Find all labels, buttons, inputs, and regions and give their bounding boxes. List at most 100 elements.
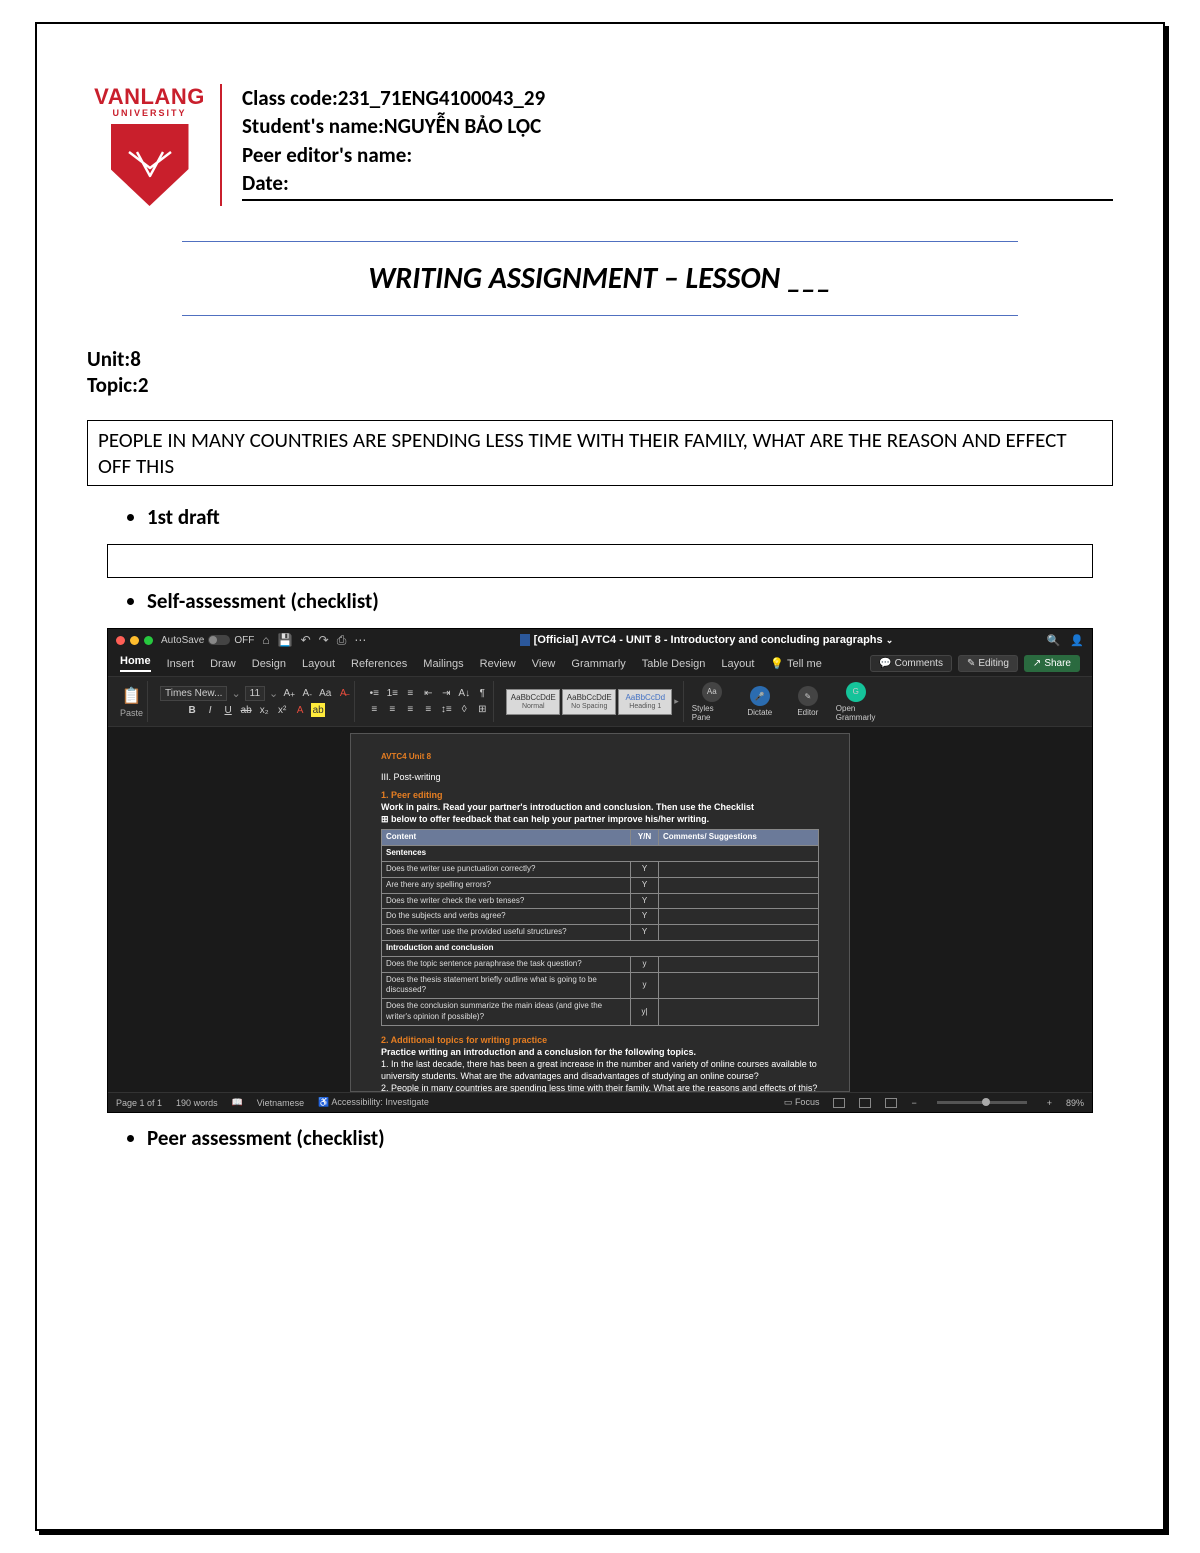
undo-icon[interactable]: ↶ [301, 633, 311, 648]
highlight-icon[interactable]: ab [311, 703, 325, 717]
view-read-icon[interactable] [859, 1098, 871, 1108]
tab-layout2[interactable]: Layout [721, 658, 754, 670]
styles-more-icon[interactable]: ▸ [674, 696, 679, 707]
style-no-spacing[interactable]: AaBbCcDdENo Spacing [562, 689, 616, 715]
tab-table-design[interactable]: Table Design [642, 658, 706, 670]
cell-suggestion [659, 909, 819, 925]
tab-design[interactable]: Design [252, 658, 286, 670]
zoom-in-icon[interactable]: + [1047, 1098, 1052, 1108]
justify-icon[interactable]: ≡ [421, 703, 435, 717]
cell-content: Does the conclusion summarize the main i… [382, 999, 631, 1026]
close-icon[interactable] [116, 636, 125, 645]
share-button[interactable]: ↗ Share [1024, 655, 1080, 672]
style-normal[interactable]: AaBbCcDdENormal [506, 689, 560, 715]
style-heading1[interactable]: AaBbCcDdHeading 1 [618, 689, 672, 715]
change-case-icon[interactable]: Aa [318, 687, 332, 701]
doc-p1a: Work in pairs. Read your partner's intro… [381, 801, 819, 813]
more-icon[interactable]: ⋯ [354, 633, 366, 648]
minimize-icon[interactable] [130, 636, 139, 645]
window-controls[interactable] [116, 636, 153, 645]
zoom-level[interactable]: 89% [1066, 1098, 1084, 1108]
editing-button[interactable]: ✎ Editing [958, 655, 1018, 672]
align-right-icon[interactable]: ≡ [403, 703, 417, 717]
superscript-icon[interactable]: x² [275, 703, 289, 717]
cell-content: Does the writer check the verb tenses? [382, 893, 631, 909]
tab-insert[interactable]: Insert [167, 658, 195, 670]
outdent-icon[interactable]: ⇤ [421, 687, 435, 701]
underline-icon[interactable]: U [221, 703, 235, 717]
borders-icon[interactable]: ⊞ [475, 703, 489, 717]
subscript-icon[interactable]: x₂ [257, 703, 271, 717]
styles-pane-button[interactable]: AaStyles Pane [692, 682, 732, 722]
cell-content: Does the writer use the provided useful … [382, 925, 631, 941]
view-print-icon[interactable] [833, 1098, 845, 1108]
maximize-icon[interactable] [144, 636, 153, 645]
tab-references[interactable]: References [351, 658, 407, 670]
table-row: Does the topic sentence paraphrase the t… [382, 956, 819, 972]
status-access[interactable]: ♿ Accessibility: Investigate [318, 1097, 429, 1108]
cell-yn: y [631, 972, 659, 999]
view-web-icon[interactable] [885, 1098, 897, 1108]
save-icon[interactable]: 💾 [278, 633, 293, 648]
doc-p2: Practice writing an introduction and a c… [381, 1046, 819, 1058]
redo-icon[interactable]: ↷ [319, 633, 329, 648]
toggle-icon[interactable] [208, 635, 230, 645]
cell-content: Are there any spelling errors? [382, 877, 631, 893]
status-words[interactable]: 190 words [176, 1098, 218, 1108]
header-row: VANLANG UNIVERSITY Class code:231_71ENG4… [87, 84, 1113, 206]
comments-button[interactable]: 💬 Comments [870, 655, 952, 672]
home-icon[interactable]: ⌂ [262, 633, 269, 648]
dictate-button[interactable]: 🎤Dictate [740, 686, 780, 717]
strike-icon[interactable]: ab [239, 703, 253, 717]
doc-p4: 2. People in many countries are spending… [381, 1082, 819, 1092]
tab-home[interactable]: Home [120, 655, 151, 672]
user-icon[interactable]: 👤 [1070, 634, 1084, 647]
tab-mailings[interactable]: Mailings [423, 658, 463, 670]
status-lang[interactable]: Vietnamese [257, 1098, 304, 1108]
tab-view[interactable]: View [532, 658, 556, 670]
cell-yn: y| [631, 999, 659, 1026]
peer-editor-label: Peer editor's name: [242, 142, 412, 168]
sort-icon[interactable]: A↓ [457, 687, 471, 701]
zoom-slider[interactable] [937, 1101, 1027, 1104]
cell-suggestion [659, 877, 819, 893]
line-spacing-icon[interactable]: ↕≡ [439, 703, 453, 717]
bullet-list: 1st draft [147, 504, 1113, 530]
status-spellcheck-icon[interactable]: 📖 [232, 1097, 243, 1108]
multilevel-list-icon[interactable]: ≡ [403, 687, 417, 701]
bold-icon[interactable]: B [185, 703, 199, 717]
print-icon[interactable]: ⎙ [337, 633, 347, 648]
shading-icon[interactable]: ◊ [457, 703, 471, 717]
tab-review[interactable]: Review [480, 658, 516, 670]
status-page[interactable]: Page 1 of 1 [116, 1098, 162, 1108]
page-frame: VANLANG UNIVERSITY Class code:231_71ENG4… [35, 22, 1165, 1531]
zoom-out-icon[interactable]: − [911, 1098, 916, 1108]
tellme[interactable]: 💡 Tell me [770, 657, 821, 670]
grammarly-button[interactable]: GOpen Grammarly [836, 682, 876, 722]
decrease-font-icon[interactable]: A- [300, 687, 314, 701]
tab-layout[interactable]: Layout [302, 658, 335, 670]
increase-font-icon[interactable]: A+ [282, 687, 296, 701]
italic-icon[interactable]: I [203, 703, 217, 717]
font-size-select[interactable]: 11 [245, 686, 265, 701]
paragraph-mark-icon[interactable]: ¶ [475, 687, 489, 701]
indent-icon[interactable]: ⇥ [439, 687, 453, 701]
vanlang-logo: VANLANG UNIVERSITY [87, 84, 222, 206]
bullet-list-icon[interactable]: •≡ [367, 687, 381, 701]
status-focus[interactable]: ▭ Focus [784, 1097, 820, 1108]
number-list-icon[interactable]: 1≡ [385, 687, 399, 701]
align-left-icon[interactable]: ≡ [367, 703, 381, 717]
doc-canvas[interactable]: AVTC4 Unit 8 III. Post-writing 1. Peer e… [108, 727, 1092, 1092]
editor-button[interactable]: ✎Editor [788, 686, 828, 717]
cell-content: Introduction and conclusion [382, 940, 819, 956]
autosave-toggle[interactable]: AutoSave OFF [161, 635, 254, 646]
font-name-select[interactable]: Times New... [160, 686, 227, 701]
th-sug: Comments/ Suggestions [659, 830, 819, 846]
font-color-icon[interactable]: A [293, 703, 307, 717]
clear-format-icon[interactable]: A̶ [336, 687, 350, 701]
tab-grammarly[interactable]: Grammarly [571, 658, 625, 670]
search-icon[interactable]: 🔍 [1047, 634, 1061, 647]
align-center-icon[interactable]: ≡ [385, 703, 399, 717]
paste-icon[interactable]: 📋 [122, 686, 142, 706]
tab-draw[interactable]: Draw [210, 658, 236, 670]
